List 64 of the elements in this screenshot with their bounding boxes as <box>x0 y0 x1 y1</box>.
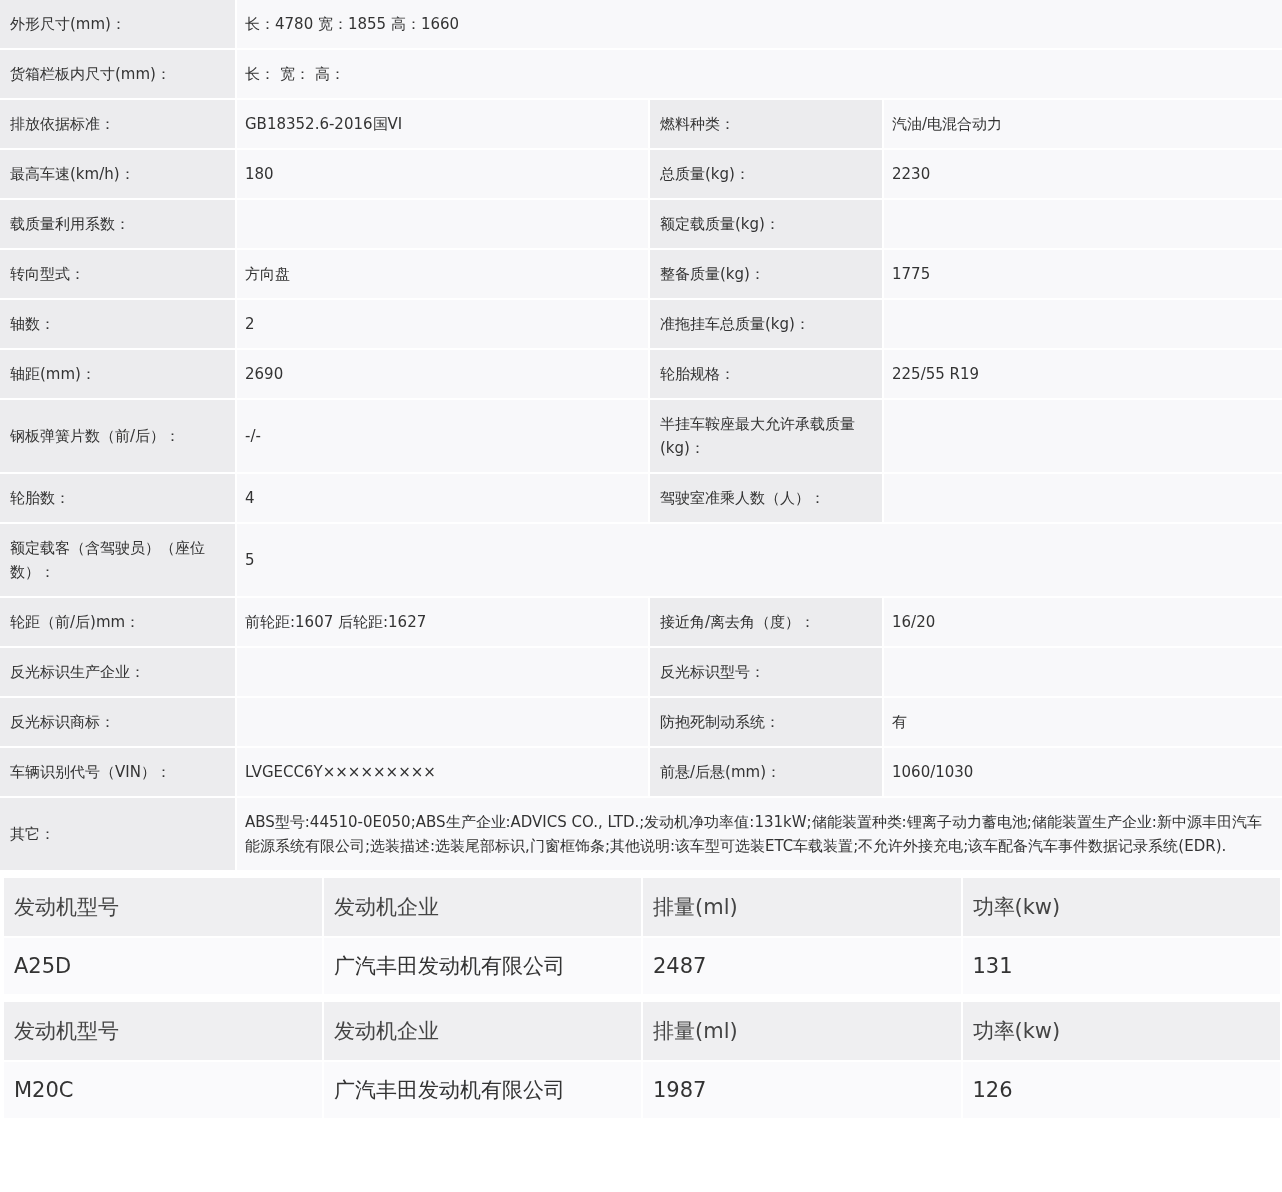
spec-value: 1775 <box>884 250 1282 298</box>
spec-value: 2 <box>237 300 648 348</box>
spec-label: 钢板弹簧片数（前/后）： <box>0 400 235 472</box>
spec-label: 反光标识型号： <box>650 648 882 696</box>
table-cell: 2487 <box>643 938 961 994</box>
spec-label: 外形尺寸(mm)： <box>0 0 235 48</box>
spec-value: 前轮距:1607 后轮距:1627 <box>237 598 648 646</box>
spec-label: 货箱栏板内尺寸(mm)： <box>0 50 235 98</box>
column-header: 排量(ml) <box>643 878 961 936</box>
spec-value: 4 <box>237 474 648 522</box>
spec-label: 排放依据标准： <box>0 100 235 148</box>
spec-label: 车辆识别代号（VIN）： <box>0 748 235 796</box>
spec-value: 225/55 R19 <box>884 350 1282 398</box>
spec-label: 防抱死制动系统： <box>650 698 882 746</box>
spec-value: 有 <box>884 698 1282 746</box>
column-header: 发动机型号 <box>4 878 322 936</box>
column-header: 功率(kw) <box>962 1002 1280 1060</box>
spec-label: 其它： <box>0 798 235 870</box>
spec-value: GB18352.6-2016国VI <box>237 100 648 148</box>
spec-value: 5 <box>237 524 1282 596</box>
spec-value: 2690 <box>237 350 648 398</box>
spec-value: 1060/1030 <box>884 748 1282 796</box>
spec-label: 反光标识商标： <box>0 698 235 746</box>
table-cell: 广汽丰田发动机有限公司 <box>323 938 641 994</box>
spec-label: 整备质量(kg)： <box>650 250 882 298</box>
spec-label: 总质量(kg)： <box>650 150 882 198</box>
spec-value: 长： 宽： 高： <box>237 50 1282 98</box>
spec-label: 燃料种类： <box>650 100 882 148</box>
spec-label: 轮距（前/后)mm： <box>0 598 235 646</box>
spec-value: -/- <box>237 400 648 472</box>
spec-label: 准拖挂车总质量(kg)： <box>650 300 882 348</box>
table-cell: 131 <box>962 938 1280 994</box>
spec-value: 汽油/电混合动力 <box>884 100 1282 148</box>
spec-label: 半挂车鞍座最大允许承载质量(kg)： <box>650 400 882 472</box>
table-cell: 1987 <box>643 1062 961 1118</box>
table-cell: A25D <box>4 938 322 994</box>
column-header: 功率(kw) <box>962 878 1280 936</box>
column-header: 发动机企业 <box>323 1002 641 1060</box>
spec-label: 接近角/离去角（度）： <box>650 598 882 646</box>
spec-label: 载质量利用系数： <box>0 200 235 248</box>
spec-label: 额定载客（含驾驶员）（座位数）： <box>0 524 235 596</box>
table-cell: 广汽丰田发动机有限公司 <box>323 1062 641 1118</box>
spec-label: 轮胎规格： <box>650 350 882 398</box>
spec-value: ABS型号:44510-0E050;ABS生产企业:ADVICS CO., LTD.;发动机净功率值:131kW;储能装置种类:锂离子动力蓄电池;储能装置生产企业:新中源丰田汽车能源系统有限公司;选装描述:选装尾部标识,门窗框饰条;其他说明:该车型可选装ETC车载装置;不允许外接充电;该车配备汽车事件数据记录系统(EDR). <box>237 798 1282 870</box>
spec-value: 2230 <box>884 150 1282 198</box>
spec-label: 轮胎数： <box>0 474 235 522</box>
spec-value: 方向盘 <box>237 250 648 298</box>
spec-label: 轴距(mm)： <box>0 350 235 398</box>
column-header: 发动机企业 <box>323 878 641 936</box>
spec-value: 180 <box>237 150 648 198</box>
table-cell: 126 <box>962 1062 1280 1118</box>
spec-label: 转向型式： <box>0 250 235 298</box>
spec-label: 轴数： <box>0 300 235 348</box>
spec-label: 驾驶室准乘人数（人）： <box>650 474 882 522</box>
spec-value: 长：4780 宽：1855 高：1660 <box>237 0 1282 48</box>
spec-label: 额定载质量(kg)： <box>650 200 882 248</box>
spec-label: 前悬/后悬(mm)： <box>650 748 882 796</box>
table-cell: M20C <box>4 1062 322 1118</box>
spec-value: LVGECC6Y××××××××× <box>237 748 648 796</box>
spec-label: 反光标识生产企业： <box>0 648 235 696</box>
column-header: 发动机型号 <box>4 1002 322 1060</box>
spec-value: 16/20 <box>884 598 1282 646</box>
spec-label: 最高车速(km/h)： <box>0 150 235 198</box>
column-header: 排量(ml) <box>643 1002 961 1060</box>
